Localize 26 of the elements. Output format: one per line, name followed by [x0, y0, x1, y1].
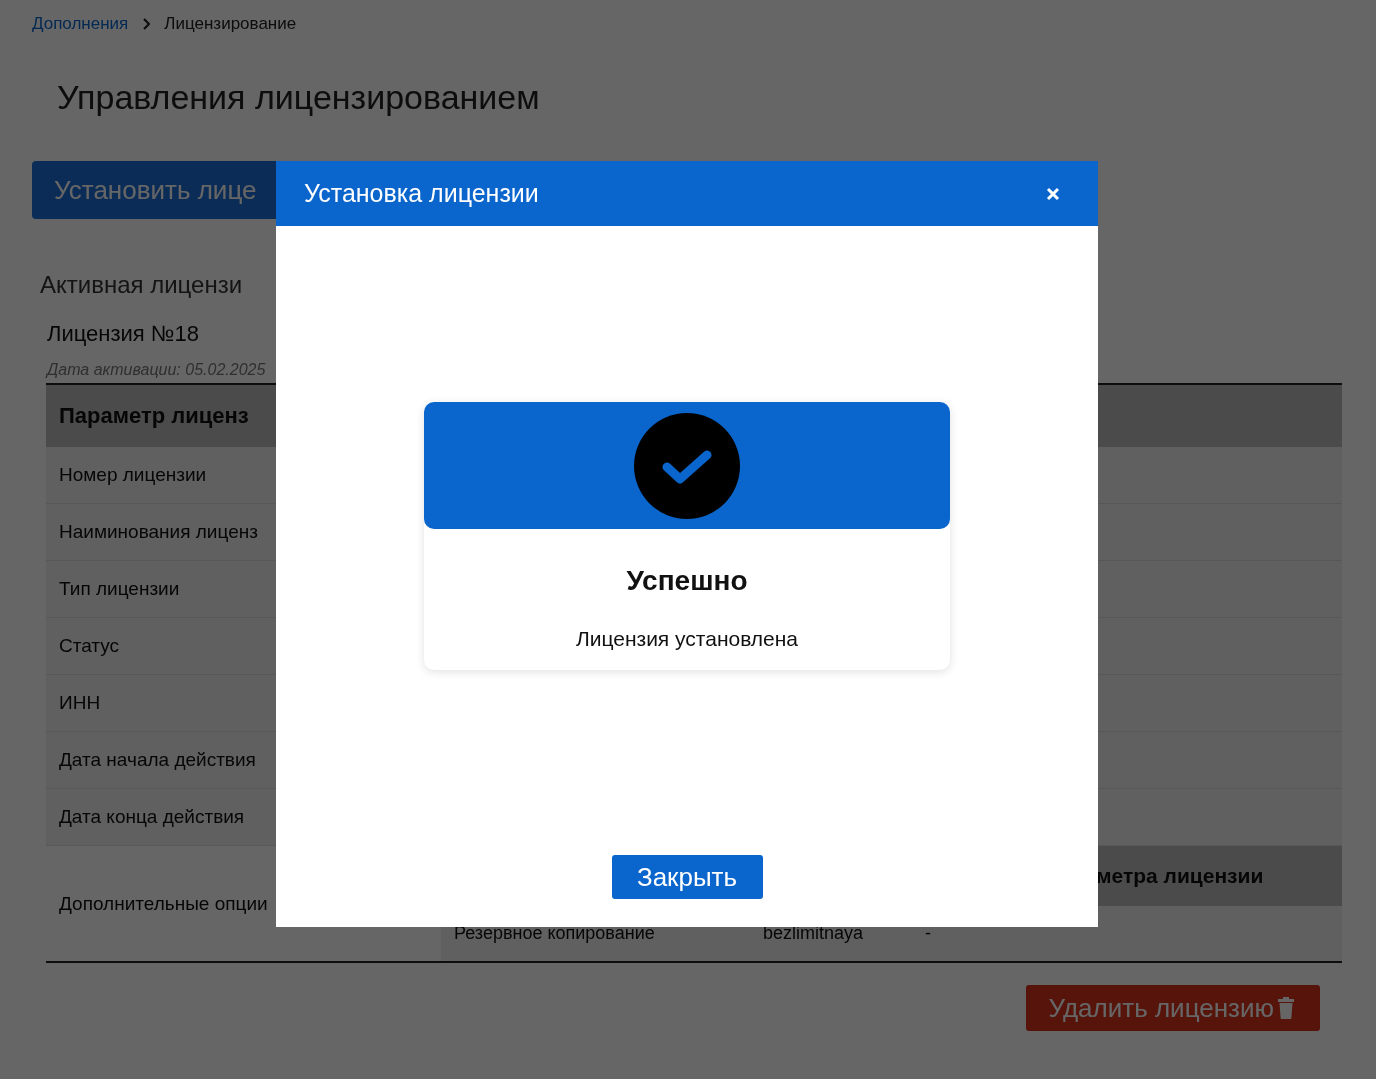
success-message: Лицензия установлена [575, 627, 799, 651]
table-cell: Наиминования лиценз [59, 521, 258, 543]
table-cell: Номер лицензии [59, 464, 207, 486]
table-cell: Статус [59, 635, 120, 657]
table-cell: ИНН [59, 692, 101, 714]
checkmark-icon [634, 412, 740, 519]
close-icon[interactable] [1046, 186, 1060, 201]
column-header: Параметр лиценз [59, 403, 249, 429]
success-title: Успешно [626, 565, 748, 597]
trash-icon [1278, 997, 1294, 1019]
license-name: Лицензия №18 [47, 321, 200, 347]
breadcrumb-link[interactable]: Дополнения [32, 14, 129, 34]
breadcrumb-current: Лицензирование [164, 14, 297, 34]
table-cell-text: Дополнительные опции [58, 892, 269, 915]
chevron-right-icon [142, 18, 151, 30]
page-title: Управления лицензированием [57, 78, 541, 117]
table-cell-text: bezlimitnaya [762, 923, 865, 944]
section-heading: Активная лицензи [40, 271, 244, 299]
delete-license-button[interactable]: Удалить лицензию [1026, 985, 1320, 1031]
table-cell-text: Резервное копирование [453, 923, 656, 944]
table-cell: Тип лицензии [59, 578, 180, 600]
table-cell-text: - [924, 923, 931, 944]
table-cell: Дата конца действия [59, 806, 245, 828]
table-cell: Дата начала действия [59, 749, 256, 771]
close-button[interactable]: Закрыть [611, 855, 763, 899]
column-header: метра лицензии [1096, 864, 1264, 888]
